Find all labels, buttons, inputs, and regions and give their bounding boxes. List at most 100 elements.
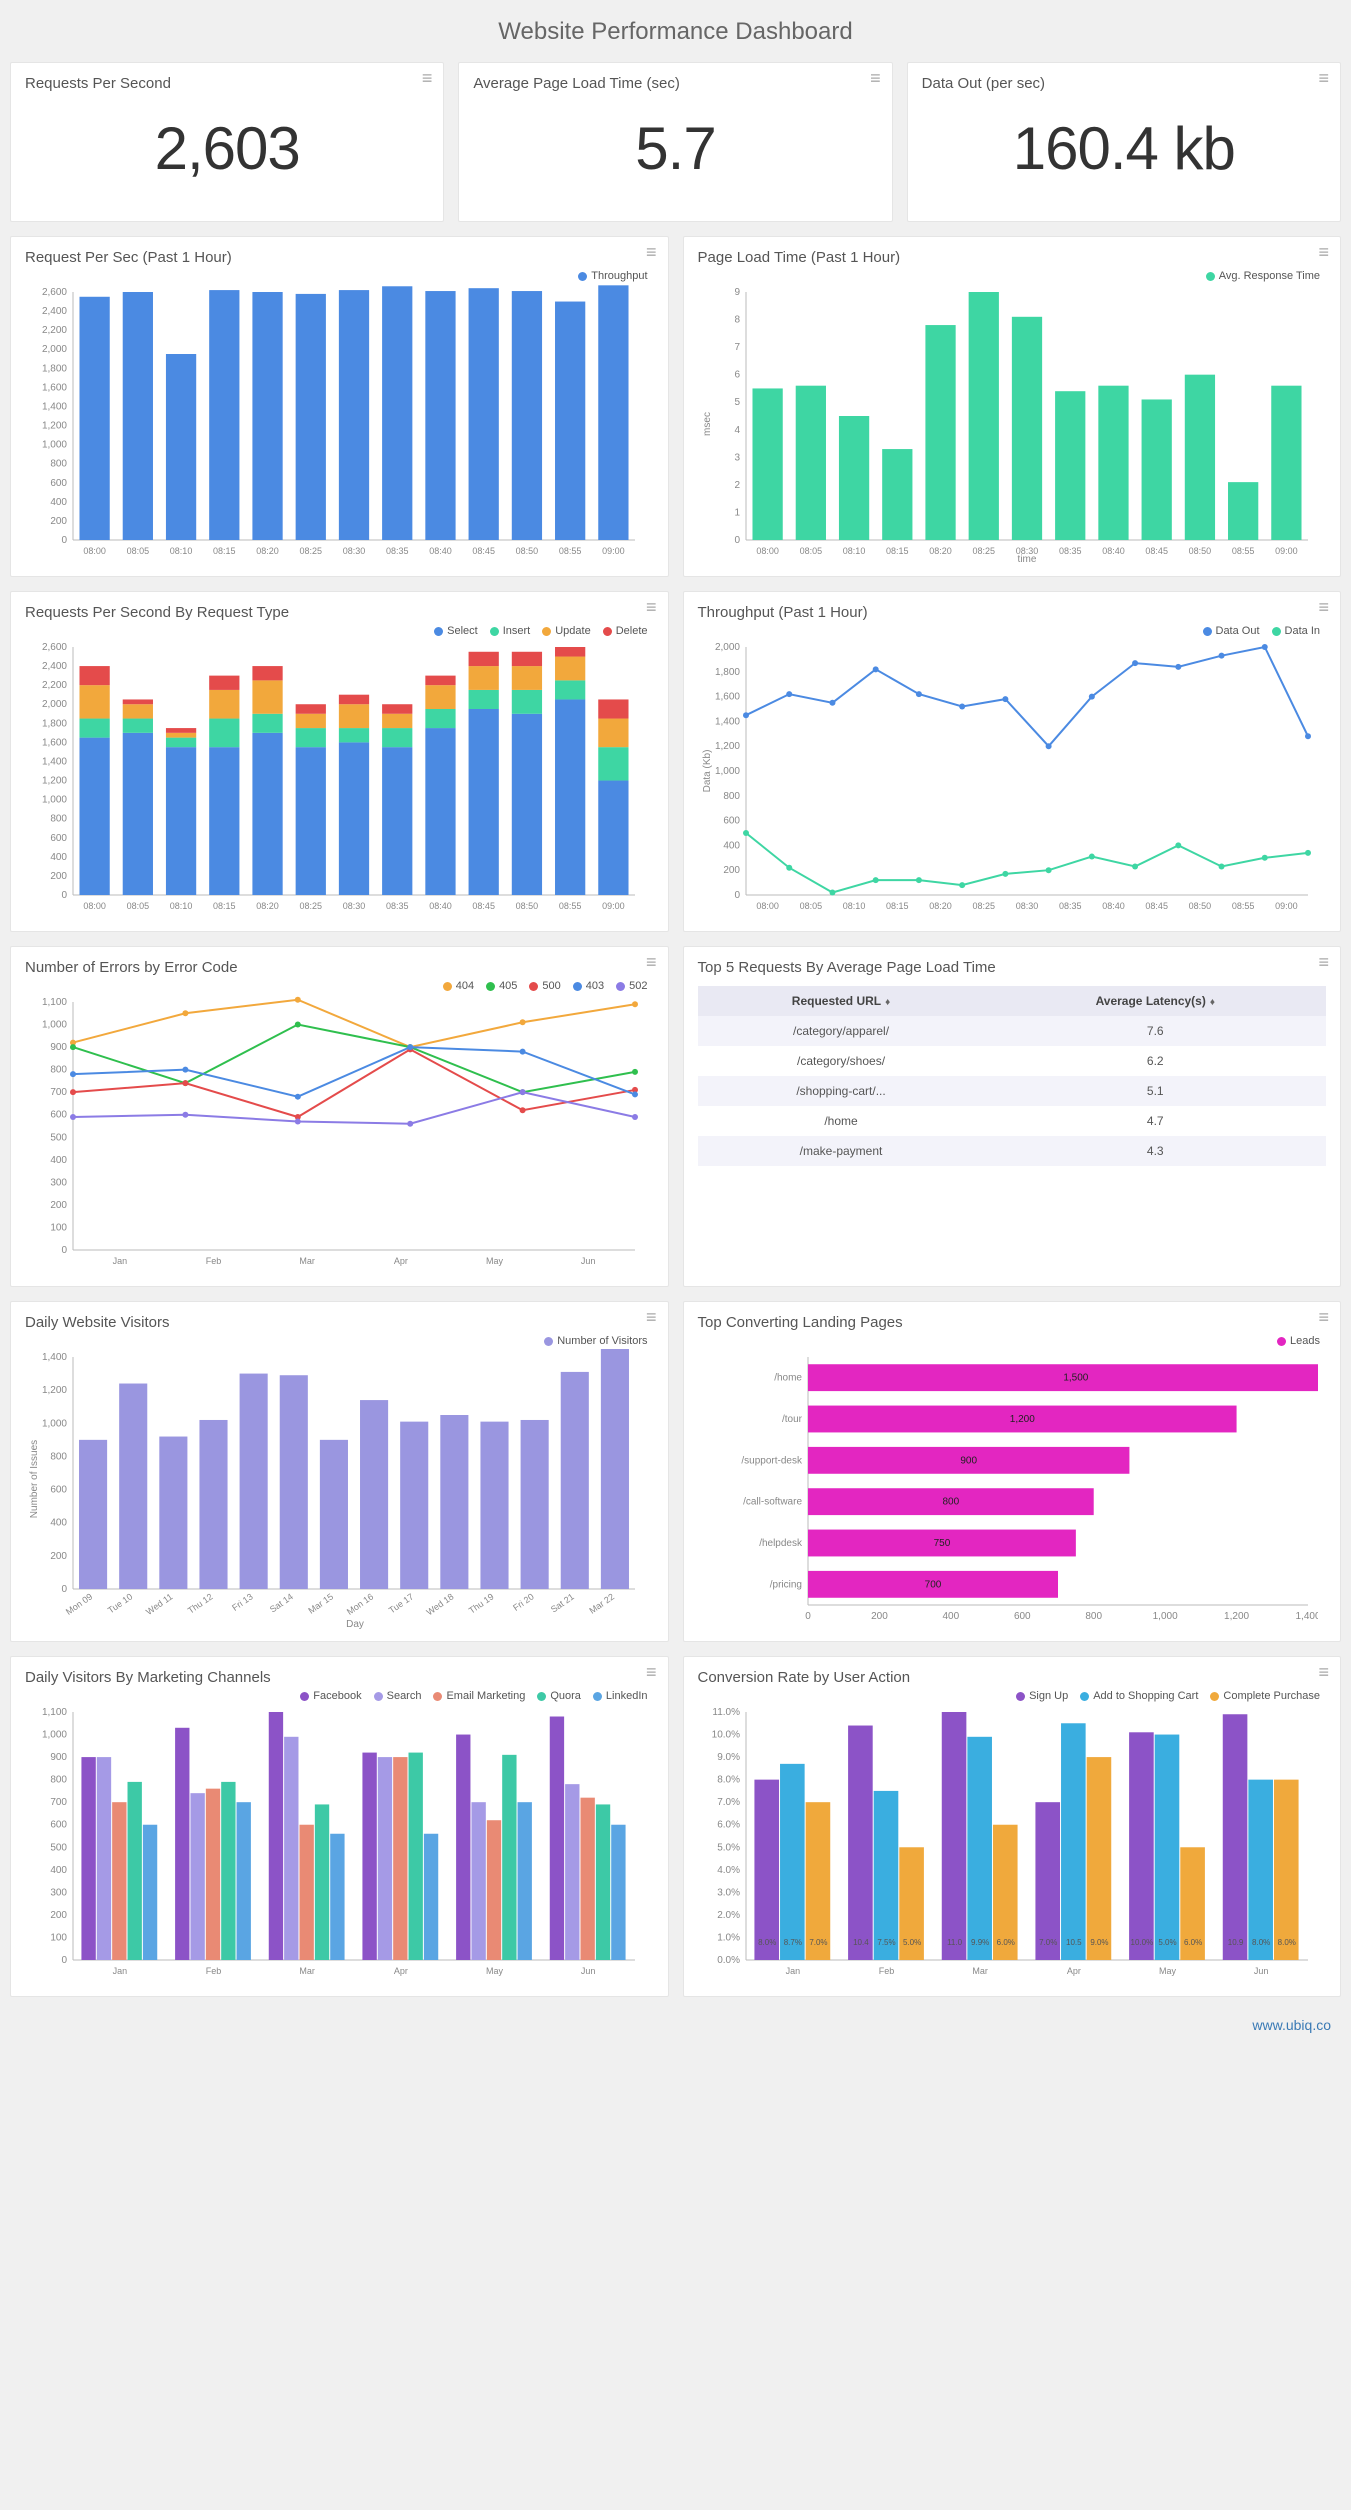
svg-text:7.0%: 7.0%	[717, 1797, 740, 1808]
svg-text:Thu 12: Thu 12	[186, 1591, 215, 1615]
svg-text:08:40: 08:40	[429, 546, 452, 556]
svg-text:400: 400	[50, 1518, 67, 1529]
svg-text:200: 200	[723, 865, 740, 876]
svg-text:Mar 15: Mar 15	[306, 1591, 335, 1615]
menu-icon[interactable]: ≡	[1318, 1667, 1328, 1677]
legend-label: Add to Shopping Cart	[1093, 1690, 1198, 1702]
visitors-title: Daily Website Visitors	[25, 1314, 654, 1331]
svg-text:200: 200	[50, 516, 67, 527]
svg-text:2,600: 2,600	[42, 642, 67, 653]
svg-text:08:05: 08:05	[799, 901, 822, 911]
svg-text:Mar 22: Mar 22	[587, 1591, 616, 1615]
panel-rps-type: ≡ Requests Per Second By Request Type Se…	[10, 591, 669, 932]
svg-text:May: May	[486, 1256, 504, 1266]
menu-icon[interactable]: ≡	[422, 73, 432, 83]
svg-text:08:05: 08:05	[799, 546, 822, 556]
menu-icon[interactable]: ≡	[870, 73, 880, 83]
menu-icon[interactable]: ≡	[646, 1312, 656, 1322]
svg-text:1,000: 1,000	[42, 1418, 67, 1429]
svg-text:2,000: 2,000	[42, 344, 67, 355]
svg-text:11.0%: 11.0%	[712, 1707, 740, 1718]
svg-text:6.0%: 6.0%	[996, 1938, 1014, 1947]
svg-text:1: 1	[734, 507, 740, 518]
svg-text:0: 0	[61, 1955, 67, 1966]
svg-text:08:40: 08:40	[429, 901, 452, 911]
svg-text:08:15: 08:15	[886, 546, 909, 556]
svg-text:08:45: 08:45	[1145, 546, 1168, 556]
svg-text:Feb: Feb	[878, 1966, 894, 1976]
kpi-panel-plt: ≡ Average Page Load Time (sec) 5.7	[458, 62, 892, 222]
dot-icon	[1016, 1692, 1025, 1701]
footer-link[interactable]: www.ubiq.co	[10, 2011, 1341, 2039]
svg-text:Fri 20: Fri 20	[511, 1591, 536, 1612]
menu-icon[interactable]: ≡	[1318, 602, 1328, 612]
svg-text:08:35: 08:35	[1058, 546, 1081, 556]
svg-text:2,000: 2,000	[42, 699, 67, 710]
svg-text:600: 600	[50, 1820, 67, 1831]
svg-text:08:05: 08:05	[127, 901, 150, 911]
cell-url: /shopping-cart/...	[698, 1076, 985, 1106]
panel-visitors: ≡ Daily Website Visitors Number of Visit…	[10, 1301, 669, 1642]
svg-text:3: 3	[734, 452, 740, 463]
svg-text:1,000: 1,000	[1152, 1611, 1177, 1622]
svg-text:08:05: 08:05	[127, 546, 150, 556]
menu-icon[interactable]: ≡	[1318, 247, 1328, 257]
panel-rps-hour: ≡ Request Per Sec (Past 1 Hour) Throughp…	[10, 236, 669, 577]
svg-text:10.9: 10.9	[1227, 1938, 1243, 1947]
rps-type-title: Requests Per Second By Request Type	[25, 604, 654, 621]
svg-text:1,100: 1,100	[42, 997, 67, 1008]
table-row: /shopping-cart/...5.1	[698, 1076, 1327, 1106]
svg-text:0: 0	[61, 1245, 67, 1256]
landing-title: Top Converting Landing Pages	[698, 1314, 1327, 1331]
menu-icon[interactable]: ≡	[646, 957, 656, 967]
menu-icon[interactable]: ≡	[1318, 73, 1328, 83]
svg-text:08:35: 08:35	[386, 546, 409, 556]
sort-icon: ♦	[885, 997, 890, 1008]
top5-col1[interactable]: Requested URL♦	[698, 986, 985, 1016]
legend-label: Data Out	[1216, 625, 1260, 637]
svg-text:0: 0	[61, 535, 67, 546]
panel-landing: ≡ Top Converting Landing Pages Leads 020…	[683, 1301, 1342, 1642]
menu-icon[interactable]: ≡	[646, 247, 656, 257]
dot-icon	[433, 1692, 442, 1701]
legend-label: Email Marketing	[446, 1690, 525, 1702]
svg-text:800: 800	[942, 1497, 959, 1508]
svg-text:400: 400	[50, 1155, 67, 1166]
menu-icon[interactable]: ≡	[646, 602, 656, 612]
menu-icon[interactable]: ≡	[1318, 957, 1328, 967]
cell-latency: 4.7	[985, 1106, 1326, 1136]
svg-text:7.5%: 7.5%	[877, 1938, 895, 1947]
svg-text:Jun: Jun	[1253, 1966, 1268, 1976]
svg-text:600: 600	[50, 1485, 67, 1496]
svg-text:2.0%: 2.0%	[717, 1910, 740, 1921]
dot-icon	[300, 1692, 309, 1701]
svg-text:8.0%: 8.0%	[758, 1938, 776, 1947]
svg-text:1,000: 1,000	[42, 1730, 67, 1741]
svg-text:08:25: 08:25	[300, 546, 323, 556]
svg-text:6.0%: 6.0%	[717, 1820, 740, 1831]
cell-latency: 7.6	[985, 1016, 1326, 1046]
svg-text:08:50: 08:50	[516, 546, 539, 556]
svg-text:9.0%: 9.0%	[717, 1752, 740, 1763]
svg-text:500: 500	[50, 1842, 67, 1853]
errors-title: Number of Errors by Error Code	[25, 959, 654, 976]
svg-text:08:55: 08:55	[1231, 901, 1254, 911]
cell-latency: 6.2	[985, 1046, 1326, 1076]
svg-text:08:20: 08:20	[929, 546, 952, 556]
legend-label: Number of Visitors	[557, 1335, 647, 1347]
svg-text:1,600: 1,600	[42, 382, 67, 393]
svg-text:1,200: 1,200	[42, 1385, 67, 1396]
legend-label: Avg. Response Time	[1219, 270, 1320, 282]
svg-text:6.0%: 6.0%	[1183, 1938, 1201, 1947]
svg-text:600: 600	[50, 478, 67, 489]
svg-text:09:00: 09:00	[602, 901, 625, 911]
menu-icon[interactable]: ≡	[646, 1667, 656, 1677]
menu-icon[interactable]: ≡	[1318, 1312, 1328, 1322]
svg-text:2,400: 2,400	[42, 661, 67, 672]
top5-col2[interactable]: Average Latency(s)♦	[985, 986, 1326, 1016]
svg-text:0: 0	[805, 1611, 811, 1622]
chart-errors: 01002003004005006007008009001,0001,100Ja…	[25, 994, 654, 1274]
chart-throughput: 02004006008001,0001,2001,4001,6001,8002,…	[698, 639, 1327, 919]
svg-text:1,800: 1,800	[714, 667, 739, 678]
svg-text:Jan: Jan	[113, 1966, 128, 1976]
